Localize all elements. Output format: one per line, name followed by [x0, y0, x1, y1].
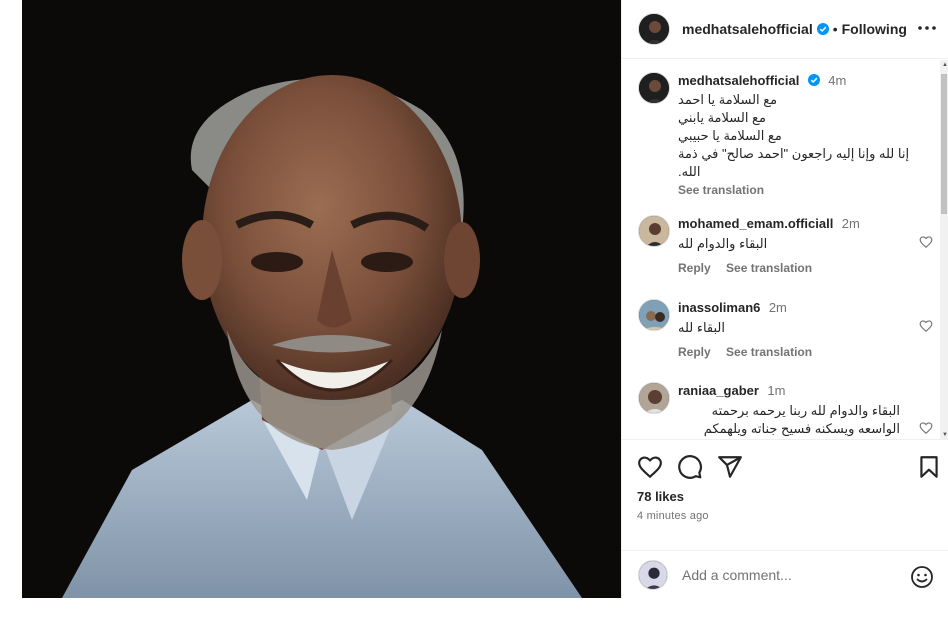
caption-username[interactable]: medhatsalehofficial — [678, 73, 799, 88]
instagram-post: medhatsalehofficial • Following medhatsa… — [22, 0, 948, 598]
commenter-avatar[interactable] — [638, 299, 670, 331]
author-avatar[interactable] — [638, 72, 670, 104]
comment-text: البقاء لله — [678, 320, 725, 335]
comment-text: البقاء والدوام لله — [678, 236, 768, 251]
like-heart-icon[interactable] — [637, 454, 663, 480]
post-side-panel: medhatsalehofficial • Following medhatsa… — [621, 0, 948, 598]
caption-line: مع السلامة يا حبيبي — [678, 128, 782, 143]
comment-text: الواسعه ويسكنه فسيح جناته ويلهمكم — [703, 421, 900, 436]
likes-count[interactable]: 78 likes — [637, 489, 684, 504]
share-send-icon[interactable] — [717, 454, 743, 480]
verified-badge-icon — [807, 74, 820, 86]
like-comment-heart-icon[interactable] — [919, 421, 933, 435]
comment-username[interactable]: raniaa_gaber — [678, 383, 759, 398]
comment-time: 2m — [768, 300, 787, 315]
comments-scrollbar[interactable]: ▲ ▼ — [940, 60, 948, 440]
post-photo[interactable] — [22, 0, 621, 598]
see-translation-link[interactable]: See translation — [726, 261, 812, 275]
header-separator: • — [832, 21, 838, 37]
comment-time: 1m — [767, 383, 786, 398]
caption-meta: See translation — [678, 183, 928, 197]
comment-bubble-icon[interactable] — [677, 454, 703, 480]
add-comment-bar — [622, 551, 948, 598]
post-header: medhatsalehofficial • Following — [622, 0, 948, 59]
comment-username[interactable]: inassoliman6 — [678, 300, 760, 315]
commenter-avatar[interactable] — [638, 215, 670, 247]
caption-time: 4m — [828, 73, 847, 88]
save-bookmark-icon[interactable] — [916, 454, 942, 480]
scroll-down-arrow-icon[interactable]: ▼ — [942, 432, 948, 438]
comment-item: raniaa_gaber 1m البقاء والدوام لله ربنا … — [638, 382, 933, 439]
caption-item: medhatsalehofficial 4m مع السلامة يا احم… — [638, 72, 933, 212]
caption-line: إنا لله وإنا إليه راجعون "احمد صالح" في … — [678, 146, 910, 161]
comment-meta: Reply See translation — [678, 345, 928, 359]
reply-link[interactable]: Reply — [678, 261, 711, 275]
comments-list[interactable]: medhatsalehofficial 4m مع السلامة يا احم… — [622, 60, 948, 440]
more-options-icon[interactable] — [915, 16, 939, 40]
comment-item: mohamed_emam.officiall 2m البقاء والدوام… — [638, 215, 933, 285]
comment-text: البقاء والدوام لله ربنا يرحمه برحمته — [711, 403, 900, 418]
author-avatar[interactable] — [638, 13, 670, 45]
add-comment-input[interactable] — [682, 566, 897, 583]
like-comment-heart-icon[interactable] — [919, 319, 933, 333]
current-user-avatar — [638, 559, 668, 590]
see-translation-link[interactable]: See translation — [726, 345, 812, 359]
post-timestamp[interactable]: 4 minutes ago — [637, 510, 709, 522]
see-translation-link[interactable]: See translation — [678, 183, 764, 197]
reply-link[interactable]: Reply — [678, 345, 711, 359]
comment-meta: Reply See translation — [678, 261, 928, 275]
caption-line: مع السلامة يا احمد — [678, 92, 778, 107]
author-username[interactable]: medhatsalehofficial — [682, 21, 813, 37]
emoji-icon[interactable] — [910, 565, 934, 589]
scrollbar-thumb[interactable] — [941, 74, 947, 214]
portrait-image — [22, 0, 621, 598]
caption-line: مع السلامة يابني — [678, 110, 766, 125]
comment-item: inassoliman6 2m البقاء لله Reply See tra… — [638, 299, 933, 369]
following-button[interactable]: Following — [842, 21, 907, 37]
verified-badge-icon — [816, 23, 829, 35]
caption-line: الله. — [678, 164, 701, 179]
scroll-up-arrow-icon[interactable]: ▲ — [942, 62, 948, 68]
comment-username[interactable]: mohamed_emam.officiall — [678, 216, 833, 231]
post-actions: 78 likes 4 minutes ago — [622, 441, 948, 551]
comment-time: 2m — [841, 216, 860, 231]
commenter-avatar[interactable] — [638, 382, 670, 414]
like-comment-heart-icon[interactable] — [919, 235, 933, 249]
caption-text: مع السلامة يا احمد مع السلامة يابني مع ا… — [678, 91, 928, 181]
